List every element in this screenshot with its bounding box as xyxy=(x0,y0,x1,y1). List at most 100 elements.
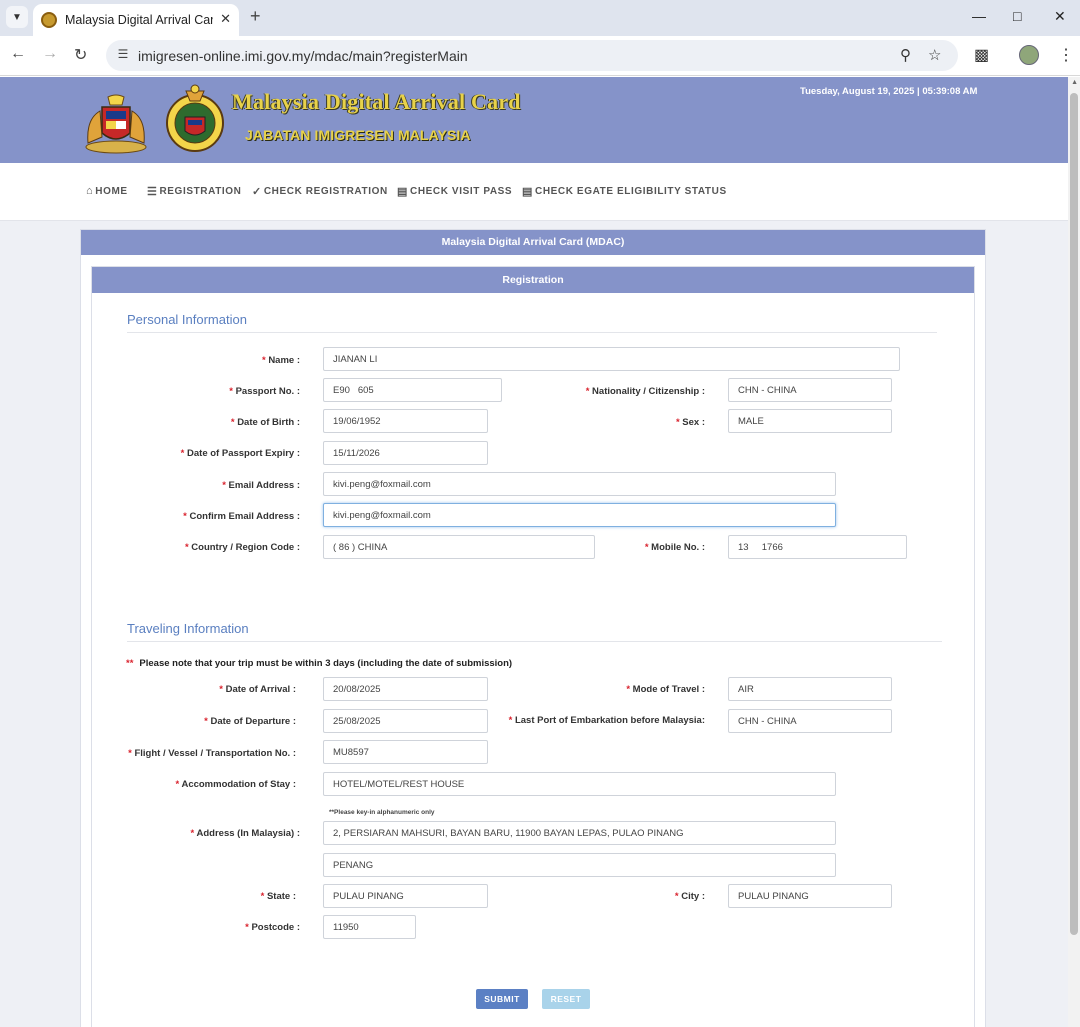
list-icon: ☰ xyxy=(147,186,158,198)
dob-label: * Date of Birth : xyxy=(230,417,300,428)
window-close-icon[interactable]: ✕ xyxy=(1054,8,1066,25)
close-icon[interactable]: ✕ xyxy=(220,11,231,27)
date-time-display: Tuesday, August 19, 2025 | 05:39:08 AM xyxy=(800,86,978,97)
nav-registration[interactable]: ☰ REGISTRATION xyxy=(147,185,241,198)
check-icon: ✓ xyxy=(252,186,262,198)
sex-select[interactable] xyxy=(728,409,892,433)
departure-date-input[interactable] xyxy=(323,709,488,733)
page-viewport: Malaysia Digital Arrival Card JABATAN IM… xyxy=(0,77,1080,1027)
site-title: Malaysia Digital Arrival Card xyxy=(232,89,521,114)
address-hint: **Please key-in alphanumeric only xyxy=(329,809,435,816)
nav-check-egate[interactable]: ▤ CHECK EGATE ELIGIBILITY STATUS xyxy=(522,185,727,198)
accommodation-select[interactable] xyxy=(323,772,836,796)
section-divider xyxy=(127,641,942,642)
plus-icon[interactable]: + xyxy=(250,6,261,27)
departure-label: * Date of Departure : xyxy=(204,716,296,727)
mode-of-travel-select[interactable] xyxy=(728,677,892,701)
back-icon[interactable]: ← xyxy=(10,45,26,63)
state-label: * State : xyxy=(260,891,296,902)
state-select[interactable] xyxy=(323,884,488,908)
main-nav: ⌂ HOME ☰ REGISTRATION ✓ CHECK REGISTRATI… xyxy=(0,163,1068,221)
email-input[interactable] xyxy=(323,472,836,496)
arrival-label: * Date of Arrival : xyxy=(219,684,296,695)
city-select[interactable] xyxy=(728,884,892,908)
mobile-input[interactable] xyxy=(728,535,907,559)
extensions-icon[interactable]: ▩ xyxy=(974,45,989,65)
postcode-select[interactable] xyxy=(323,915,416,939)
registration-title: Registration xyxy=(92,267,974,293)
browser-toolbar: ← → ↻ ☰ imigresen-online.imi.gov.my/mdac… xyxy=(0,36,1080,76)
name-label: * Name : xyxy=(261,355,300,366)
mobile-label: * Mobile No. : xyxy=(644,542,705,553)
document-icon: ▤ xyxy=(397,186,408,198)
coat-of-arms-logo xyxy=(85,94,147,154)
scroll-thumb[interactable] xyxy=(1070,93,1078,935)
traveling-info-title: Traveling Information xyxy=(127,621,249,636)
email-label: * Email Address : xyxy=(222,480,300,491)
url-text[interactable]: imigresen-online.imi.gov.my/mdac/main?re… xyxy=(138,48,468,64)
site-subtitle: JABATAN IMIGRESEN MALAYSIA xyxy=(245,127,471,143)
address-bar[interactable]: ☰ imigresen-online.imi.gov.my/mdac/main?… xyxy=(106,40,958,71)
address-line2-input[interactable] xyxy=(323,853,836,877)
mode-of-travel-label: * Mode of Travel : xyxy=(626,684,705,695)
sex-label: * Sex : xyxy=(675,417,705,428)
page-scrollbar[interactable]: ▲ xyxy=(1068,77,1080,1027)
forward-icon[interactable]: → xyxy=(42,45,58,63)
immigration-badge-logo xyxy=(166,84,224,152)
country-code-select[interactable] xyxy=(323,535,595,559)
name-input[interactable] xyxy=(323,347,900,371)
personal-info-title: Personal Information xyxy=(127,312,247,327)
site-info-icon[interactable]: ☰ xyxy=(114,47,132,65)
mdac-panel-title: Malaysia Digital Arrival Card (MDAC) xyxy=(81,230,985,255)
postcode-label: * Postcode : xyxy=(245,922,300,933)
country-code-label: * Country / Region Code : xyxy=(184,542,300,553)
dob-input[interactable] xyxy=(323,409,488,433)
arrival-date-input[interactable] xyxy=(323,677,488,701)
nationality-label: * Nationality / Citizenship : xyxy=(585,386,705,397)
flight-label: * Flight / Vessel / Transportation No. : xyxy=(128,748,296,759)
reset-button[interactable]: RESET xyxy=(542,989,590,1009)
flight-input[interactable] xyxy=(323,740,488,764)
star-icon[interactable]: ☆ xyxy=(928,46,941,64)
document-icon: ▤ xyxy=(522,186,533,198)
browser-tab-bar: ▼ Malaysia Digital Arrival Card ✕ + — □ … xyxy=(0,0,1080,36)
passport-input[interactable] xyxy=(323,378,502,402)
tab-title: Malaysia Digital Arrival Card xyxy=(65,13,213,27)
scroll-up-icon[interactable]: ▲ xyxy=(1071,79,1078,86)
confirm-email-input[interactable] xyxy=(323,503,836,527)
nav-check-egate-label: CHECK EGATE ELIGIBILITY STATUS xyxy=(535,186,727,197)
home-icon: ⌂ xyxy=(86,185,94,197)
last-port-select[interactable] xyxy=(728,709,892,733)
nav-check-visit-pass-label: CHECK VISIT PASS xyxy=(410,186,513,197)
passport-expiry-label: * Date of Passport Expiry : xyxy=(180,448,300,459)
zoom-icon[interactable]: ⚲ xyxy=(900,46,911,64)
nav-check-registration-label: CHECK REGISTRATION xyxy=(263,186,388,197)
city-label: * City : xyxy=(674,891,705,902)
tab-list-icon[interactable]: ▼ xyxy=(6,6,28,28)
submit-button[interactable]: SUBMIT xyxy=(476,989,528,1009)
nav-home[interactable]: ⌂ HOME xyxy=(86,185,128,197)
nav-check-visit-pass[interactable]: ▤ CHECK VISIT PASS xyxy=(397,185,512,198)
favicon-icon xyxy=(41,12,57,28)
nationality-select[interactable] xyxy=(728,378,892,402)
nav-home-label: HOME xyxy=(95,185,128,197)
address-label: * Address (In Malaysia) : xyxy=(190,828,300,839)
minimize-icon[interactable]: — xyxy=(972,8,986,24)
section-divider xyxy=(127,332,937,333)
accommodation-label: * Accommodation of Stay : xyxy=(175,779,296,790)
passport-label: * Passport No. : xyxy=(229,386,300,397)
avatar[interactable] xyxy=(1019,45,1039,65)
mdac-panel: Malaysia Digital Arrival Card (MDAC) Reg… xyxy=(80,229,986,1027)
nav-check-registration[interactable]: ✓ CHECK REGISTRATION xyxy=(252,185,388,198)
passport-expiry-input[interactable] xyxy=(323,441,488,465)
reload-icon[interactable]: ↻ xyxy=(74,45,87,65)
trip-note: ** Please note that your trip must be wit… xyxy=(126,658,513,669)
registration-panel: Registration Personal Information * Name… xyxy=(91,266,975,1027)
confirm-email-label: * Confirm Email Address : xyxy=(183,511,300,522)
menu-icon[interactable]: ⋮ xyxy=(1058,45,1074,65)
nav-registration-label: REGISTRATION xyxy=(159,186,242,197)
maximize-icon[interactable]: □ xyxy=(1013,8,1021,24)
site-header: Malaysia Digital Arrival Card JABATAN IM… xyxy=(0,77,1068,163)
browser-tab[interactable]: Malaysia Digital Arrival Card ✕ xyxy=(33,4,239,36)
address-line1-input[interactable] xyxy=(323,821,836,845)
